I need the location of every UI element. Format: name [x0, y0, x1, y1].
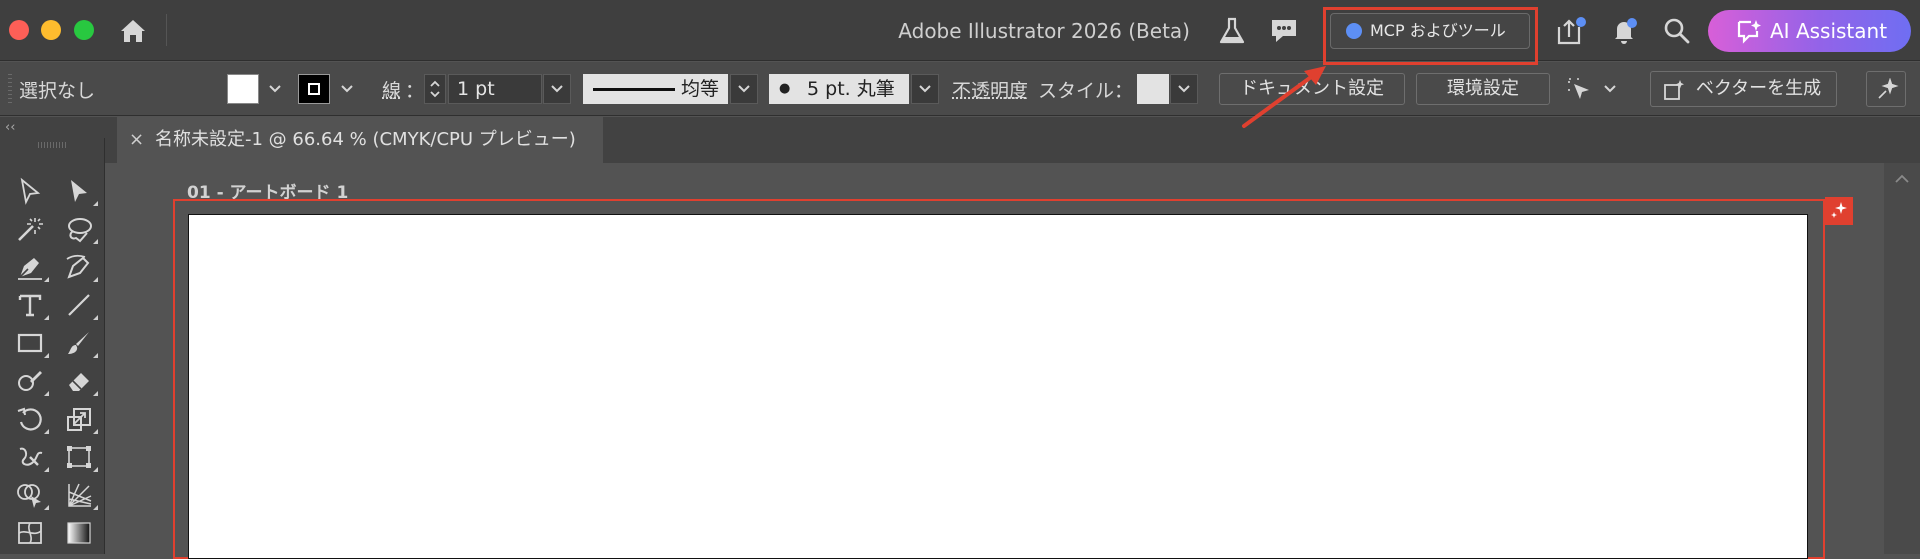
- panel-grip[interactable]: [8, 74, 12, 104]
- rotate-tool-icon[interactable]: [13, 402, 49, 436]
- style-label: スタイル：: [1038, 80, 1134, 102]
- tools-panel-grip[interactable]: [38, 142, 68, 148]
- shape-builder-tool-icon[interactable]: [13, 478, 49, 512]
- chevron-down-icon: [738, 85, 750, 93]
- generate-vectors-icon: [1664, 80, 1684, 100]
- scale-tool-icon[interactable]: [62, 402, 98, 436]
- stroke-dropdown[interactable]: [336, 74, 358, 104]
- home-icon[interactable]: [118, 16, 148, 46]
- selection-status: 選択なし: [19, 80, 96, 102]
- profile-line: [593, 88, 675, 91]
- stroke-label[interactable]: 線: [382, 76, 401, 103]
- control-bar: 選択なし 線 ： 1 pt 均等 ● 5 pt. 丸筆 不透明度 スタイル： ド…: [0, 62, 1920, 116]
- lasso-tool-icon[interactable]: [62, 212, 98, 246]
- brush-definition[interactable]: ● 5 pt. 丸筆: [769, 74, 909, 104]
- sparkle-icon: [1831, 202, 1847, 218]
- opacity-label[interactable]: 不透明度: [952, 76, 1028, 103]
- rectangle-tool-icon[interactable]: [13, 326, 49, 360]
- brush-label: 5 pt. 丸筆: [807, 78, 895, 100]
- magic-wand-tool-icon[interactable]: [13, 212, 47, 246]
- perspective-grid-tool-icon[interactable]: [62, 478, 98, 512]
- sparkle-tool-button[interactable]: [1866, 71, 1906, 107]
- stroke-weight-field[interactable]: 1 pt: [448, 74, 542, 104]
- document-tab-title: 名称未設定-1 @ 66.64 % (CMYK/CPU プレビュー): [155, 129, 576, 150]
- generate-vectors-button[interactable]: ベクターを生成: [1650, 71, 1837, 107]
- artboard-ai-badge[interactable]: [1825, 197, 1853, 225]
- graphic-style-swatch[interactable]: [1137, 74, 1169, 104]
- tab-close-icon[interactable]: ×: [129, 117, 144, 163]
- title-bar: Adobe Illustrator 2026 (Beta) MCP およびツール…: [0, 0, 1920, 61]
- brush-dropdown[interactable]: [911, 74, 939, 104]
- direct-selection-tool-icon[interactable]: [62, 174, 98, 208]
- mesh-tool-icon[interactable]: [13, 516, 47, 550]
- flask-icon[interactable]: [1215, 14, 1249, 48]
- app-title: Adobe Illustrator 2026 (Beta): [898, 19, 1190, 43]
- graphic-style-dropdown[interactable]: [1170, 74, 1198, 104]
- vertical-scrollbar[interactable]: [1884, 163, 1920, 554]
- isolate-icon[interactable]: [1565, 74, 1595, 104]
- document-tab[interactable]: × 名称未設定-1 @ 66.64 % (CMYK/CPU プレビュー): [117, 117, 603, 163]
- warp-tool-icon[interactable]: [13, 440, 49, 474]
- bell-icon[interactable]: [1607, 14, 1641, 48]
- comment-icon[interactable]: [1267, 14, 1301, 48]
- line-segment-tool-icon[interactable]: [62, 288, 98, 322]
- ai-assistant-label: AI Assistant: [1770, 19, 1888, 43]
- zoom-window-button[interactable]: [74, 20, 94, 40]
- ai-assistant-icon: [1737, 20, 1761, 44]
- chevron-up-icon[interactable]: [1894, 171, 1910, 187]
- annotation-arrow: [1242, 66, 1326, 128]
- chevron-down-icon: [341, 85, 353, 93]
- preferences-button[interactable]: 環境設定: [1416, 73, 1550, 105]
- chevron-down-icon: [551, 85, 563, 93]
- titlebar-divider: [166, 14, 167, 46]
- stroke-weight-stepper[interactable]: [424, 74, 446, 104]
- tools-panel: [0, 138, 105, 554]
- selection-tool-icon[interactable]: [13, 174, 47, 208]
- curvature-tool-icon[interactable]: [62, 250, 98, 284]
- close-window-button[interactable]: [9, 20, 29, 40]
- eraser-tool-icon[interactable]: [62, 364, 98, 398]
- ai-assistant-button[interactable]: AI Assistant: [1708, 10, 1911, 52]
- brush-bullet: ●: [779, 81, 791, 96]
- profile-dropdown[interactable]: [730, 74, 758, 104]
- stroke-weight-dropdown[interactable]: [543, 74, 571, 104]
- free-transform-tool-icon[interactable]: [62, 440, 98, 474]
- collapse-toolbar-icon[interactable]: ‹‹: [5, 120, 15, 135]
- search-icon[interactable]: [1660, 14, 1694, 48]
- pen-tool-icon[interactable]: [13, 250, 49, 284]
- artboard[interactable]: [188, 214, 1808, 559]
- arrange-dropdown[interactable]: [1599, 74, 1621, 104]
- fill-color-swatch[interactable]: [227, 74, 259, 104]
- generate-vectors-label: ベクターを生成: [1695, 78, 1822, 99]
- paintbrush-tool-icon[interactable]: [62, 326, 98, 360]
- fill-dropdown[interactable]: [264, 74, 286, 104]
- chevron-down-icon: [1604, 85, 1616, 93]
- sparkle-pen-icon: [1878, 78, 1899, 99]
- gradient-tool-icon[interactable]: [62, 516, 96, 550]
- profile-label: 均等: [681, 78, 720, 100]
- mcp-highlight-annotation: [1323, 7, 1538, 65]
- type-tool-icon[interactable]: [13, 288, 49, 322]
- chevron-down-icon: [269, 85, 281, 93]
- chevron-down-icon: [919, 85, 931, 93]
- stroke-label-colon: ：: [405, 80, 425, 102]
- minimize-window-button[interactable]: [41, 20, 61, 40]
- stroke-color-swatch[interactable]: [298, 74, 330, 104]
- variable-width-profile[interactable]: 均等: [583, 74, 728, 104]
- chevron-down-icon: [1178, 85, 1190, 93]
- share-icon[interactable]: [1554, 14, 1588, 48]
- shaper-tool-icon[interactable]: [13, 364, 49, 398]
